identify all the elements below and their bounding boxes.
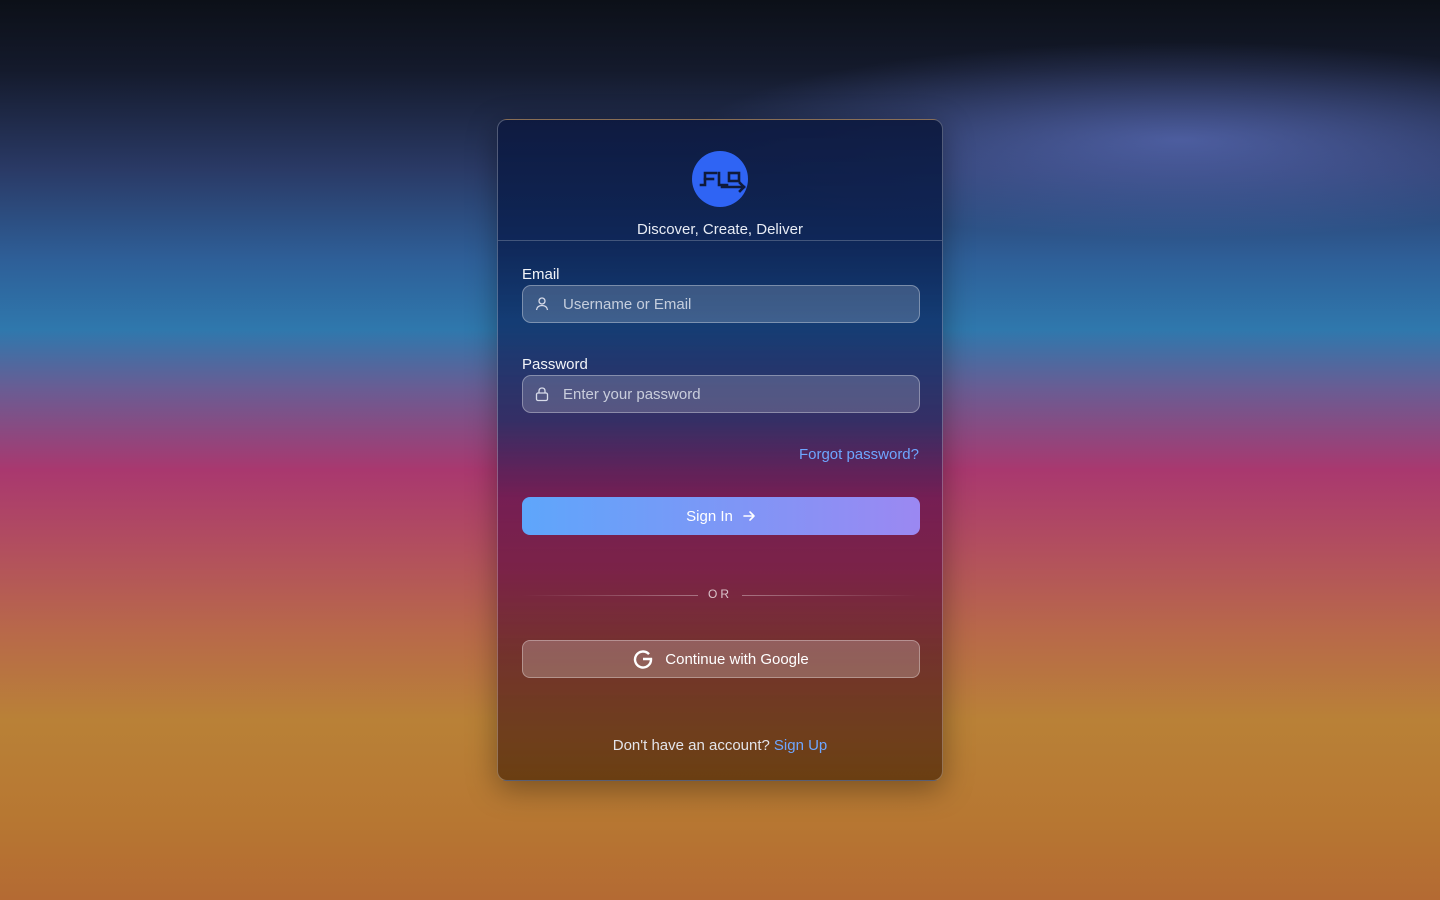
- arrow-right-icon: [743, 511, 755, 521]
- signup-prompt: Don't have an account?: [612, 737, 770, 754]
- card-header: Discover, Create, Deliver: [498, 120, 942, 241]
- lock-icon: [535, 387, 549, 402]
- password-input[interactable]: [563, 376, 903, 412]
- sign-in-button[interactable]: Sign In: [522, 497, 920, 535]
- sign-in-label: Sign In: [686, 507, 733, 525]
- google-icon: [634, 650, 653, 669]
- forgot-password-link[interactable]: Forgot password?: [799, 446, 919, 463]
- or-text: OR: [708, 587, 732, 601]
- email-input[interactable]: [563, 286, 903, 322]
- signup-row: Don't have an account? Sign Up: [498, 737, 942, 754]
- user-icon: [535, 297, 549, 311]
- google-signin-button[interactable]: Continue with Google: [522, 640, 920, 678]
- login-card: Discover, Create, Deliver Email Password…: [497, 119, 943, 781]
- divider-line-right: [742, 595, 918, 596]
- or-divider: OR: [522, 586, 918, 604]
- sign-up-link[interactable]: Sign Up: [774, 737, 827, 754]
- google-label: Continue with Google: [665, 650, 809, 668]
- tagline: Discover, Create, Deliver: [637, 221, 803, 238]
- password-label: Password: [522, 356, 588, 373]
- flo-logo-icon: [692, 151, 748, 207]
- email-label: Email: [522, 266, 560, 283]
- password-field[interactable]: [522, 375, 920, 413]
- email-field[interactable]: [522, 285, 920, 323]
